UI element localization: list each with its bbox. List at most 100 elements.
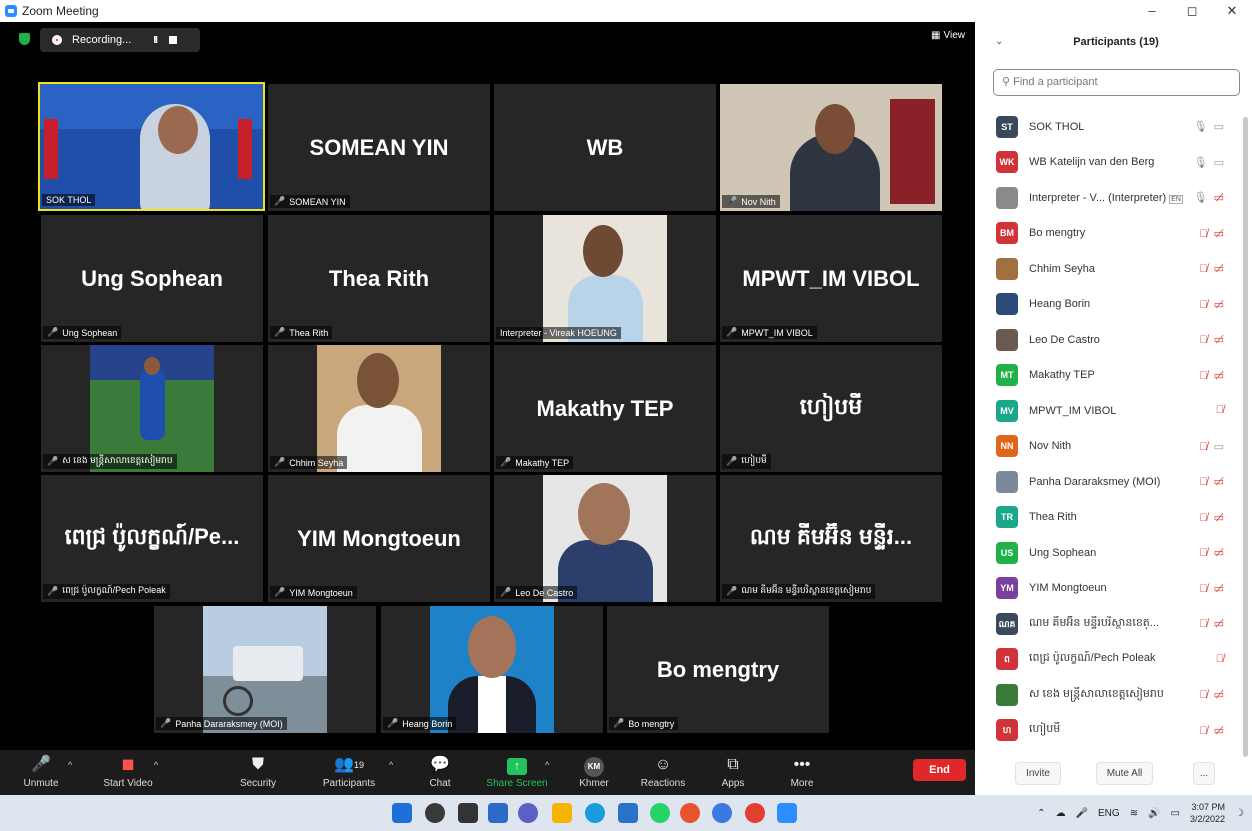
notification-icon[interactable]: ☽ (1235, 808, 1244, 819)
whatsapp-icon[interactable] (650, 803, 670, 823)
mute-all-button[interactable]: Mute All (1096, 762, 1153, 785)
video-tile[interactable]: YIM Mongtoeun 🎤 YIM Mongtoeun (268, 475, 490, 602)
pause-recording-button[interactable]: II (153, 35, 157, 46)
cloud-icon[interactable]: ☁ (1056, 808, 1066, 819)
mic-muted-icon[interactable]: 🎙̸ (1199, 547, 1207, 559)
file-explorer-icon[interactable] (552, 803, 572, 823)
zoom-taskbar-icon[interactable] (777, 803, 797, 823)
participant-row[interactable]: ស ខេង មន្ត្រីសាលាខេត្តសៀមរាប 🎙̸ ▭̸ (975, 677, 1252, 713)
participant-row[interactable]: MT Makathy TEP 🎙̸ ▭̸ (975, 358, 1252, 394)
audio-options-caret-icon[interactable]: ^ (68, 760, 72, 770)
participant-row[interactable]: ព ពេជ្រ ប៉ូលក្ខណ៍/Pech Poleak 🎙̸ (975, 642, 1252, 678)
interpretation-button[interactable]: KM Khmer (554, 754, 634, 789)
video-tile[interactable]: SOK THOL (38, 82, 265, 211)
search-icon[interactable] (425, 803, 445, 823)
clock[interactable]: 3:07 PM 3/2/2022 (1190, 801, 1225, 825)
language-indicator[interactable]: ENG (1098, 808, 1120, 819)
mic-muted-icon[interactable]: 🎙̸ (1199, 618, 1207, 630)
video-tile[interactable]: 🎤 Heang Borin (381, 606, 603, 733)
video-tile[interactable]: Thea Rith 🎤 Thea Rith (268, 215, 490, 342)
more-button[interactable]: ••• More (762, 754, 842, 789)
mic-muted-icon[interactable]: 🎙̸ (1199, 512, 1207, 524)
participants-button[interactable]: 👥19 Participants ^ (309, 754, 393, 789)
minimize-button[interactable]: – (1132, 0, 1172, 22)
video-tile[interactable]: Bo mengtry 🎤 Bo mengtry (607, 606, 829, 733)
camera-on-icon[interactable]: ▭ (1214, 157, 1224, 169)
video-tile[interactable]: 🎤 Chhim Seyha (268, 345, 490, 472)
participant-row[interactable]: Chhim Seyha 🎙̸ ▭̸ (975, 251, 1252, 287)
mic-muted-icon[interactable]: 🎙̸ (1199, 263, 1207, 275)
view-button[interactable]: ▦ View (931, 30, 965, 41)
volume-icon[interactable]: 🔊 (1148, 808, 1160, 819)
mic-muted-icon[interactable]: 🎙̸ (1216, 653, 1224, 665)
video-tile[interactable]: Makathy TEP 🎤 Makathy TEP (494, 345, 716, 472)
camera-off-icon[interactable]: ▭̸ (1214, 228, 1224, 240)
participant-row[interactable]: Panha Dararaksmey (MOI) 🎙̸ ▭̸ (975, 464, 1252, 500)
edge-browser-icon[interactable] (585, 803, 605, 823)
video-tile[interactable]: 🎤 Nov Nith (720, 84, 942, 211)
security-button[interactable]: ⛊ Security (218, 754, 298, 789)
encryption-shield-icon[interactable] (19, 33, 30, 45)
participant-row[interactable]: MV MPWT_IM VIBOL 🎙̸ (975, 393, 1252, 429)
participant-row[interactable]: ហ ហៀបមី 🎙̸ ▭̸ (975, 713, 1252, 749)
camera-on-icon[interactable]: ▭ (1214, 441, 1224, 453)
mic-on-icon[interactable]: 🎙 (1194, 157, 1208, 169)
mic-muted-icon[interactable]: 🎙̸ (1199, 370, 1207, 382)
video-tile[interactable]: ហៀបមី 🎤 ហៀបមី (720, 345, 942, 472)
camera-off-icon[interactable]: ▭̸ (1214, 583, 1224, 595)
messenger-icon[interactable] (712, 803, 732, 823)
reactions-button[interactable]: ☺ Reactions (623, 754, 703, 789)
share-options-caret-icon[interactable]: ^ (545, 760, 549, 770)
participant-row[interactable]: BM Bo mengtry 🎙̸ ▭̸ (975, 216, 1252, 252)
camera-off-icon[interactable]: ▭̸ (1214, 547, 1224, 559)
video-tile[interactable]: 🎤 Leo De Castro (494, 475, 716, 602)
widgets-icon[interactable] (488, 803, 508, 823)
chrome-icon[interactable] (745, 803, 765, 823)
camera-off-icon[interactable]: ▭̸ (1214, 476, 1224, 488)
video-tile[interactable]: 🎤 Panha Dararaksmey (MOI) (154, 606, 376, 733)
participant-row[interactable]: WK WB Katelijn van den Berg 🎙 ▭ (975, 145, 1252, 181)
participant-row[interactable]: Interpreter - V... (Interpreter) EN 🎙 ▭̸ (975, 180, 1252, 216)
more-options-button[interactable]: ... (1193, 762, 1215, 785)
mic-muted-icon[interactable]: 🎙̸ (1199, 441, 1207, 453)
camera-off-icon[interactable]: ▭̸ (1214, 689, 1224, 701)
mic-muted-icon[interactable]: 🎙̸ (1199, 725, 1207, 737)
camera-off-icon[interactable]: ▭̸ (1214, 334, 1224, 346)
participant-row[interactable]: Leo De Castro 🎙̸ ▭̸ (975, 322, 1252, 358)
participant-row[interactable]: Heang Borin 🎙̸ ▭̸ (975, 287, 1252, 323)
end-meeting-button[interactable]: End (913, 759, 966, 781)
start-video-button[interactable]: ◼ Start Video ^ (88, 754, 168, 789)
camera-on-icon[interactable]: ▭ (1214, 121, 1224, 133)
wifi-icon[interactable]: ≋ (1130, 808, 1138, 819)
camera-off-icon[interactable]: ▭̸ (1214, 512, 1224, 524)
teams-chat-icon[interactable] (518, 803, 538, 823)
participant-row[interactable]: NN Nov Nith 🎙̸ ▭ (975, 429, 1252, 465)
camera-off-icon[interactable]: ▭̸ (1214, 725, 1224, 737)
mic-muted-icon[interactable]: 🎙̸ (1199, 689, 1207, 701)
mic-muted-icon[interactable]: 🎙̸ (1199, 583, 1207, 595)
close-button[interactable]: ✕ (1212, 0, 1252, 22)
participant-list-scrollbar[interactable] (1243, 117, 1248, 757)
camera-off-icon[interactable]: ▭̸ (1214, 299, 1224, 311)
video-tile[interactable]: Interpreter - Vireak HOEUNG (494, 215, 716, 342)
video-tile[interactable]: 🎤 ស ខេង មន្ត្រីសាលាខេត្តសៀមរាប (41, 345, 263, 472)
mic-muted-icon[interactable]: 🎙̸ (1199, 334, 1207, 346)
mic-muted-icon[interactable]: 🎙̸ (1199, 476, 1207, 488)
tray-overflow-icon[interactable]: ⌃ (1037, 808, 1045, 819)
apps-button[interactable]: ⧉ Apps (693, 754, 773, 789)
video-tile[interactable]: ពេជ្រ ប៉ូលក្ខណ៍/Pe... 🎤 ពេជ្រ ប៉ូលក្ខណ៍/P… (41, 475, 263, 602)
participant-row[interactable]: US Ung Sophean 🎙̸ ▭̸ (975, 535, 1252, 571)
participant-row[interactable]: TR Thea Rith 🎙̸ ▭̸ (975, 500, 1252, 536)
invite-button[interactable]: Invite (1015, 762, 1061, 785)
camera-off-icon[interactable]: ▭̸ (1214, 192, 1224, 204)
video-tile[interactable]: Ung Sophean 🎤 Ung Sophean (41, 215, 263, 342)
camera-off-icon[interactable]: ▭̸ (1214, 370, 1224, 382)
store-icon[interactable] (618, 803, 638, 823)
mic-muted-icon[interactable]: 🎙̸ (1216, 404, 1224, 416)
microphone-icon[interactable]: 🎤 (1076, 808, 1088, 819)
mic-on-icon[interactable]: 🎙 (1194, 121, 1208, 133)
participant-row[interactable]: ណគ ណម គីមអ៊ីន មន្ទីរបរិស្ថានខេត្... 🎙̸ ▭̸ (975, 606, 1252, 642)
camera-off-icon[interactable]: ▭̸ (1214, 618, 1224, 630)
mic-on-icon[interactable]: 🎙 (1194, 192, 1208, 204)
windows-start-icon[interactable] (392, 803, 412, 823)
